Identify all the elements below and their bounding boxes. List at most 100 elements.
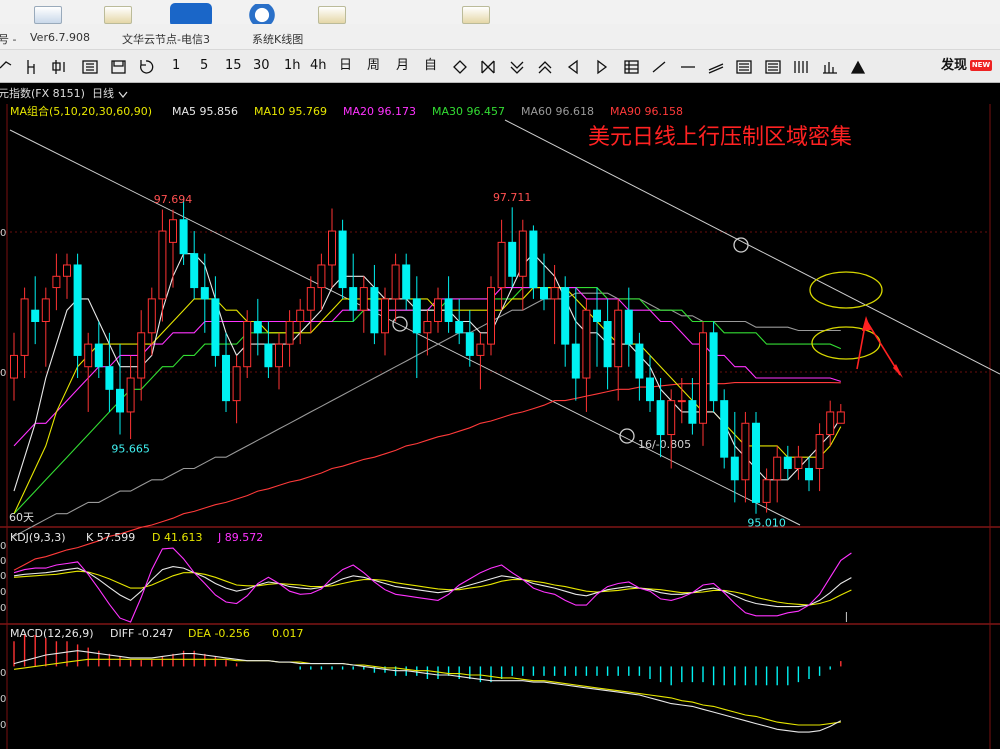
candle-body bbox=[264, 343, 273, 368]
diamond-icon[interactable] bbox=[453, 60, 467, 74]
period-4h[interactable]: 4h bbox=[310, 58, 327, 74]
candle-body bbox=[63, 264, 71, 277]
menu-kline[interactable]: 系统K线图 bbox=[252, 31, 303, 47]
candle-body bbox=[529, 230, 538, 289]
chevron-down-icon[interactable] bbox=[510, 61, 524, 74]
period-30m[interactable]: 30 bbox=[253, 58, 270, 74]
candle-body bbox=[656, 400, 665, 436]
arrow-left-icon[interactable] bbox=[567, 59, 578, 75]
desktop-file-icon[interactable] bbox=[462, 6, 490, 24]
chart-area[interactable]: 0 0 0 0 0 0 0 0 0 0 16/-0.805 97.694 97.711 95.665 95.… bbox=[0, 84, 1000, 749]
y-tick-label: 0 bbox=[0, 668, 6, 679]
period-week[interactable]: 周 bbox=[367, 58, 380, 74]
bar-chart-icon[interactable] bbox=[27, 60, 35, 74]
ma-legend-item: MA5 95.856 bbox=[172, 105, 238, 118]
candle-body bbox=[624, 309, 633, 345]
histogram-icon[interactable] bbox=[823, 62, 837, 74]
period-day[interactable]: 日 bbox=[339, 58, 352, 74]
candle-body bbox=[667, 400, 676, 436]
title-bar: 号 - Ver6.7.908 文华云节点-电信3 系统K线图 bbox=[0, 24, 1000, 50]
period-5m[interactable]: 5 bbox=[200, 58, 208, 74]
window-icon[interactable] bbox=[111, 60, 126, 74]
candle-body bbox=[794, 456, 803, 469]
channel-anchor-circle bbox=[733, 237, 749, 253]
period-month[interactable]: 月 bbox=[396, 58, 409, 74]
candle-body bbox=[434, 298, 442, 322]
candle-body bbox=[593, 309, 601, 323]
candle-body bbox=[317, 264, 326, 289]
parallel-icon[interactable] bbox=[708, 63, 724, 74]
candle-body bbox=[455, 321, 464, 334]
desktop-file-icon[interactable] bbox=[104, 6, 132, 24]
candle-icon[interactable] bbox=[52, 60, 65, 74]
candle-body bbox=[412, 298, 421, 334]
y-tick-label: 0 bbox=[0, 571, 6, 582]
candle-body bbox=[41, 298, 50, 322]
extreme-price-label: 97.694 bbox=[154, 193, 193, 206]
period-1m[interactable]: 1 bbox=[172, 58, 180, 74]
y-tick-label: 0 bbox=[0, 603, 6, 614]
bowtie-icon[interactable] bbox=[481, 60, 495, 74]
period-1h[interactable]: 1h bbox=[284, 58, 301, 74]
candle-body bbox=[762, 479, 771, 503]
period-custom[interactable]: 自 bbox=[424, 58, 437, 74]
candle-body bbox=[338, 230, 347, 289]
desktop-app-icon[interactable] bbox=[242, 4, 282, 26]
period-15m[interactable]: 15 bbox=[225, 58, 242, 74]
doc2-icon[interactable] bbox=[765, 60, 781, 74]
drawing-tools bbox=[453, 59, 866, 75]
slash-icon[interactable] bbox=[652, 61, 666, 73]
line-tool-icon[interactable] bbox=[0, 61, 12, 69]
candle-body bbox=[211, 298, 220, 356]
extreme-price-label: 95.665 bbox=[111, 443, 150, 456]
extreme-price-label: 95.010 bbox=[747, 517, 786, 530]
desktop-taskbar bbox=[0, 0, 1000, 27]
candle-body bbox=[571, 343, 580, 379]
candle-body bbox=[741, 422, 750, 481]
grid-icon[interactable] bbox=[624, 60, 639, 74]
candle-body bbox=[306, 287, 315, 311]
arrow-right-icon[interactable] bbox=[597, 59, 608, 75]
candle-body bbox=[783, 456, 792, 469]
y-tick-label: 0 bbox=[0, 228, 6, 239]
arrow-head-icon bbox=[893, 364, 903, 378]
candle-body bbox=[31, 309, 40, 323]
candle-body bbox=[487, 287, 495, 345]
kdj-legend-item: K 57.599 bbox=[86, 531, 135, 544]
candle-body bbox=[73, 264, 82, 356]
candle-body bbox=[550, 287, 559, 300]
candle-body bbox=[688, 400, 697, 424]
bars-icon[interactable] bbox=[794, 61, 808, 73]
macd-diff-line bbox=[13, 650, 842, 733]
angle-label: 16/-0.805 bbox=[638, 438, 691, 451]
save-icon[interactable] bbox=[140, 60, 154, 74]
y-tick-label: 0 bbox=[0, 368, 6, 379]
candle-body bbox=[94, 343, 103, 368]
kline-icon[interactable] bbox=[82, 60, 98, 74]
candle-body bbox=[222, 354, 230, 402]
desktop-file-icon[interactable] bbox=[318, 6, 346, 24]
desktop-file-icon[interactable] bbox=[34, 6, 62, 24]
candle-body bbox=[773, 456, 782, 481]
candle-body bbox=[179, 219, 188, 255]
candle-body bbox=[465, 332, 474, 356]
y-tick-label: 0 bbox=[0, 587, 6, 598]
ma-legend-title: MA组合(5,10,20,30,60,90) bbox=[10, 104, 152, 118]
version-label: Ver6.7.908 bbox=[30, 31, 90, 44]
chevron-up-icon[interactable] bbox=[538, 61, 552, 74]
candle-body bbox=[147, 298, 156, 334]
arrow-head-icon bbox=[862, 316, 871, 331]
candle-body bbox=[402, 264, 411, 300]
candle-body bbox=[359, 287, 368, 311]
candle-body bbox=[116, 388, 124, 413]
doc-icon[interactable] bbox=[736, 60, 752, 74]
candle-body bbox=[275, 343, 283, 368]
candle-body bbox=[232, 366, 241, 402]
pen-icon[interactable] bbox=[850, 60, 866, 74]
ma-legend-item: MA30 96.457 bbox=[432, 105, 505, 118]
candle-body bbox=[296, 309, 305, 323]
candle-body bbox=[646, 377, 654, 402]
candle-body bbox=[349, 287, 358, 311]
find-button[interactable]: 发现 bbox=[941, 58, 967, 74]
candle-body bbox=[614, 309, 623, 368]
